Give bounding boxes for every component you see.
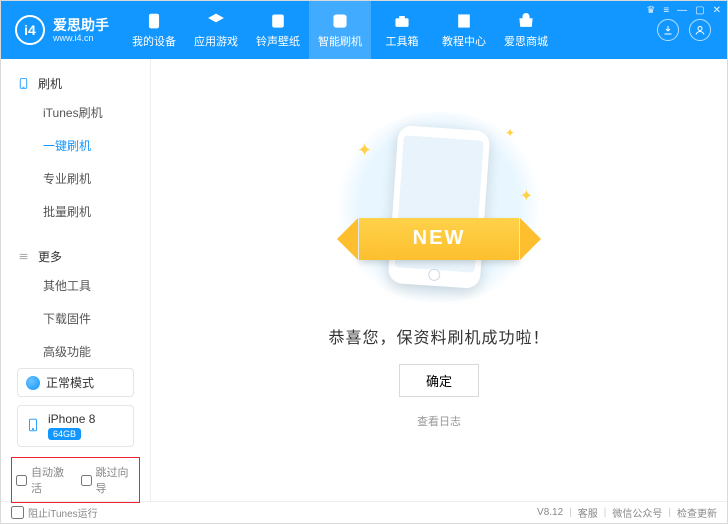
app-title: 爱思助手	[53, 18, 109, 33]
tab-flash[interactable]: 智能刷机	[309, 1, 371, 59]
download-icon[interactable]	[657, 19, 679, 41]
star-icon: ✦	[520, 186, 533, 206]
minimize-icon[interactable]: —	[677, 5, 687, 16]
window-controls: ♛ ≡ — ▢ ✕	[646, 5, 721, 16]
skip-guide-label: 跳过向导	[96, 464, 136, 496]
app-subtitle: www.i4.cn	[53, 33, 109, 43]
top-tabs: 我的设备 应用游戏 铃声壁纸 智能刷机 工具箱 教程中心 爱思商城	[123, 1, 649, 59]
tab-label: 我的设备	[132, 33, 176, 49]
view-log-link[interactable]: 查看日志	[417, 413, 461, 429]
device-indicator[interactable]: iPhone 8 64GB	[17, 405, 134, 447]
auto-activate-label: 自动激活	[31, 464, 71, 496]
header-actions	[649, 19, 727, 41]
service-link[interactable]: 客服	[578, 505, 598, 520]
star-icon: ✦	[357, 140, 372, 161]
version-label: V8.12	[537, 507, 563, 518]
device-name: iPhone 8	[48, 412, 95, 426]
tab-label: 应用游戏	[194, 33, 238, 49]
refresh-icon	[26, 376, 40, 390]
tab-music[interactable]: 铃声壁纸	[247, 1, 309, 59]
sidebar-item[interactable]: 其他工具	[1, 269, 150, 302]
main-panel: NEW ✦ ✦ ✦ 恭喜您，保资料刷机成功啦！ 确定 查看日志	[151, 59, 727, 501]
tab-toolbox[interactable]: 工具箱	[371, 1, 433, 59]
sidebar-item[interactable]: 高级功能	[1, 335, 150, 368]
block-itunes-label: 阻止iTunes运行	[28, 505, 98, 520]
sidebar: 刷机 iTunes刷机一键刷机专业刷机批量刷机 更多 其他工具下载固件高级功能 …	[1, 59, 151, 501]
sidebar-group-more: 更多	[1, 244, 150, 269]
success-message: 恭喜您，保资料刷机成功啦！	[328, 324, 549, 348]
logo-icon: i4	[15, 15, 45, 45]
tab-label: 智能刷机	[318, 33, 362, 49]
status-bar: 阻止iTunes运行 V8.12 | 客服 | 微信公众号 | 检查更新	[1, 501, 727, 523]
music-icon	[269, 12, 287, 30]
options-highlight: 自动激活 跳过向导	[11, 457, 140, 503]
tab-docs[interactable]: 教程中心	[433, 1, 495, 59]
tab-label: 工具箱	[386, 33, 419, 49]
flash-icon	[331, 12, 349, 30]
update-link[interactable]: 检查更新	[677, 505, 717, 520]
sidebar-group-more-label: 更多	[38, 248, 62, 265]
tab-device[interactable]: 我的设备	[123, 1, 185, 59]
apps-icon	[207, 12, 225, 30]
ok-button[interactable]: 确定	[399, 364, 479, 397]
user-icon[interactable]	[689, 19, 711, 41]
tab-label: 爱思商城	[504, 33, 548, 49]
shield-icon[interactable]: ♛	[646, 5, 655, 16]
sidebar-item[interactable]: 专业刷机	[1, 162, 150, 195]
menu-icon[interactable]: ≡	[663, 5, 669, 16]
phone-icon	[17, 77, 30, 90]
mode-indicator[interactable]: 正常模式	[17, 368, 134, 397]
tab-store[interactable]: 爱思商城	[495, 1, 557, 59]
new-ribbon: NEW	[359, 218, 519, 260]
close-icon[interactable]: ✕	[713, 5, 721, 16]
sidebar-item[interactable]: iTunes刷机	[1, 96, 150, 129]
maximize-icon[interactable]: ▢	[695, 5, 704, 16]
sidebar-item[interactable]: 一键刷机	[1, 129, 150, 162]
sidebar-item[interactable]: 下载固件	[1, 302, 150, 335]
more-icon	[17, 250, 30, 263]
app-header: i4 爱思助手 www.i4.cn 我的设备 应用游戏 铃声壁纸 智能刷机 工具箱 教程中…	[1, 1, 727, 59]
sidebar-item[interactable]: 批量刷机	[1, 195, 150, 228]
tab-apps[interactable]: 应用游戏	[185, 1, 247, 59]
block-itunes-checkbox[interactable]: 阻止iTunes运行	[11, 505, 98, 520]
mode-label: 正常模式	[46, 374, 94, 391]
docs-icon	[455, 12, 473, 30]
wechat-link[interactable]: 微信公众号	[612, 505, 662, 520]
device-icon	[26, 416, 40, 437]
tab-label: 教程中心	[442, 33, 486, 49]
store-icon	[517, 12, 535, 30]
auto-activate-checkbox[interactable]: 自动激活	[16, 464, 71, 496]
logo: i4 爱思助手 www.i4.cn	[1, 1, 123, 59]
device-icon	[145, 12, 163, 30]
device-badge: 64GB	[48, 428, 81, 440]
sidebar-group-flash: 刷机	[1, 71, 150, 96]
toolbox-icon	[393, 12, 411, 30]
star-icon: ✦	[505, 126, 515, 140]
tab-label: 铃声壁纸	[256, 33, 300, 49]
skip-guide-checkbox[interactable]: 跳过向导	[81, 464, 136, 496]
success-illustration: NEW ✦ ✦ ✦	[329, 112, 549, 302]
sidebar-group-flash-label: 刷机	[38, 75, 62, 92]
